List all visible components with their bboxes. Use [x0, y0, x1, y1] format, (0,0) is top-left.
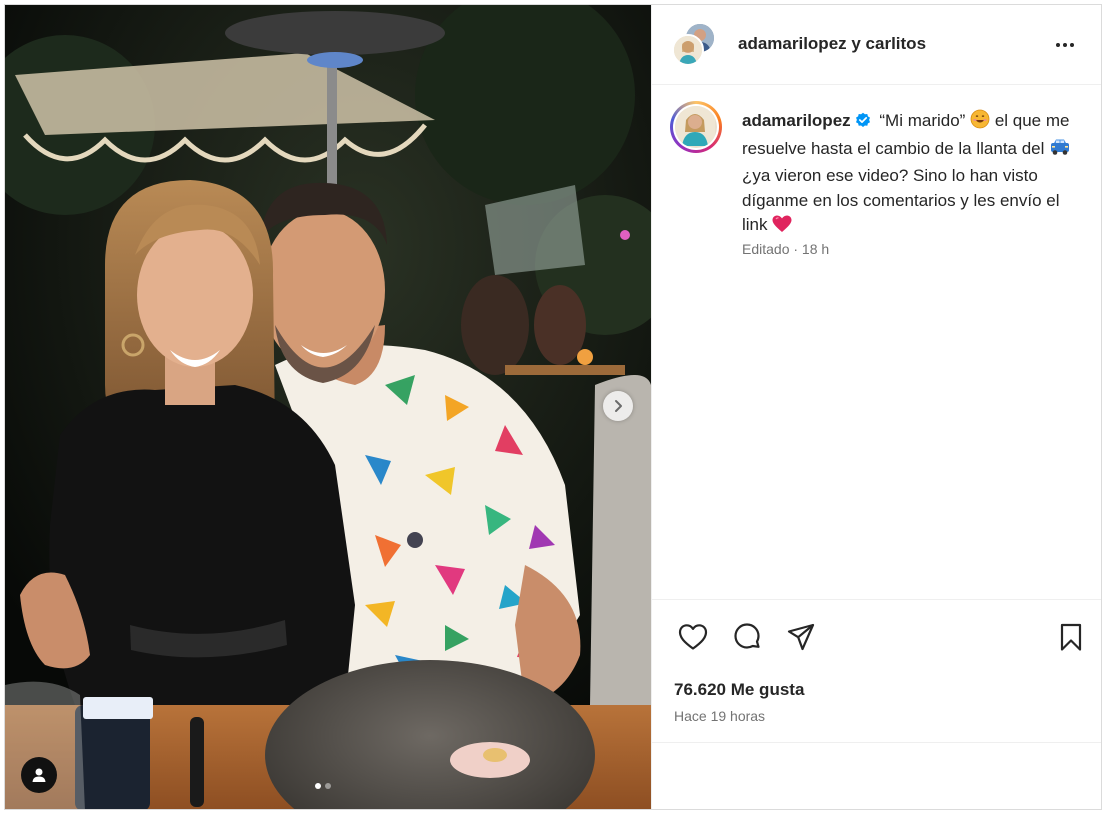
- carousel-dot: [325, 783, 331, 789]
- send-icon: [787, 623, 815, 651]
- bookmark-icon: [1060, 623, 1082, 651]
- post-actions-section: 76.620 Me gusta Hace 19 horas: [652, 599, 1101, 809]
- like-button[interactable]: [676, 620, 710, 654]
- post-media[interactable]: [5, 5, 651, 809]
- avatar[interactable]: [670, 101, 722, 153]
- chevron-right-icon: [615, 400, 622, 412]
- caption-section: adamarilopez “Mi marido” el que me resue…: [652, 85, 1101, 599]
- post-timestamp[interactable]: Hace 19 horas: [674, 708, 765, 724]
- more-horizontal-icon: [1056, 43, 1060, 47]
- tagged-users-button[interactable]: [21, 757, 57, 793]
- comment-button[interactable]: [730, 620, 764, 654]
- post-author-names[interactable]: adamarilopez y carlitos: [738, 34, 926, 54]
- like-count[interactable]: 76.620 Me gusta: [674, 680, 804, 700]
- avatar-image: [674, 36, 702, 64]
- post-caption: adamarilopez “Mi marido” el que me resue…: [742, 109, 1082, 241]
- collab-avatars[interactable]: [672, 22, 718, 68]
- save-button[interactable]: [1054, 620, 1088, 654]
- car-emoji: [1049, 137, 1071, 165]
- avatar[interactable]: [672, 34, 704, 66]
- smiling-face-emoji: [970, 109, 990, 137]
- post-modal: adamarilopez y carlitos adamarilopez “Mi…: [4, 4, 1102, 810]
- share-button[interactable]: [784, 620, 818, 654]
- verified-badge-icon: [855, 111, 871, 136]
- heart-icon: [678, 624, 708, 650]
- divider: [652, 742, 1101, 743]
- post-header: adamarilopez y carlitos: [652, 5, 1101, 85]
- comment-icon: [734, 623, 760, 649]
- post-photo: [5, 5, 651, 809]
- post-sidebar: adamarilopez y carlitos adamarilopez “Mi…: [651, 5, 1101, 809]
- carousel-indicator: [315, 783, 331, 789]
- carousel-dot-active: [315, 783, 321, 789]
- user-icon: [32, 768, 46, 782]
- caption-text: “Mi marido”: [879, 111, 966, 130]
- more-options-button[interactable]: [1050, 33, 1080, 57]
- heart-emoji: [772, 215, 792, 241]
- avatar-image: [675, 106, 715, 146]
- caption-username[interactable]: adamarilopez: [742, 111, 851, 130]
- carousel-next-button[interactable]: [603, 391, 633, 421]
- caption-edited-time: Editado · 18 h: [742, 241, 830, 257]
